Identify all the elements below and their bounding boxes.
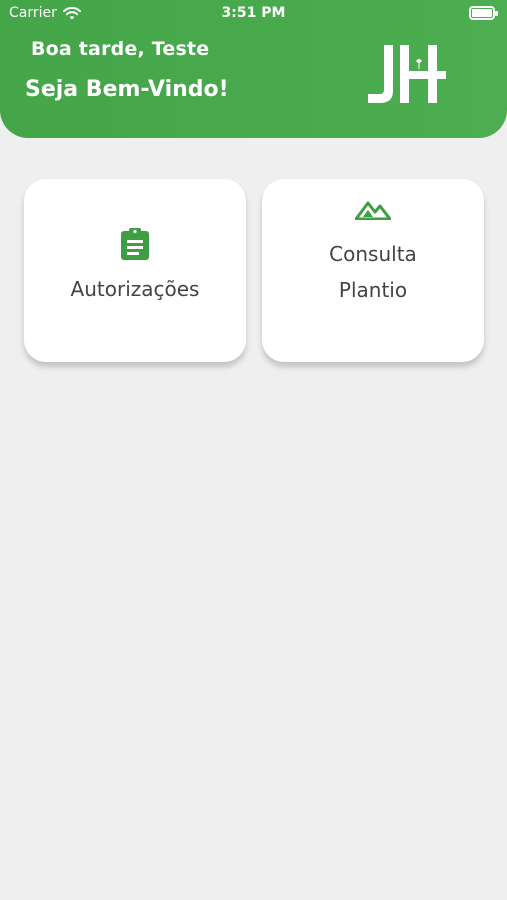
- menu-card-label-line1: Consulta: [329, 241, 417, 266]
- home-screen: Carrier 3:51 PM Boa tarde, Teste Seja Be…: [0, 0, 507, 900]
- clipboard-icon: [119, 227, 151, 261]
- status-time: 3:51 PM: [221, 5, 286, 21]
- menu-card-autorizacoes[interactable]: Autorizações: [24, 179, 246, 362]
- battery-icon: [469, 6, 498, 20]
- welcome-text: Seja Bem-Vindo!: [25, 77, 229, 102]
- brand-logo: [366, 43, 446, 105]
- mountain-icon: [355, 200, 391, 220]
- header-banner: Carrier 3:51 PM Boa tarde, Teste Seja Be…: [0, 0, 507, 138]
- menu-card-label: Autorizações: [70, 276, 200, 301]
- menu-card-label-line2: Plantio: [338, 277, 408, 302]
- greeting-text: Boa tarde, Teste: [31, 38, 210, 60]
- status-bar: Carrier 3:51 PM: [0, 0, 507, 30]
- menu-card-consulta-plantio[interactable]: Consulta Plantio: [262, 179, 484, 362]
